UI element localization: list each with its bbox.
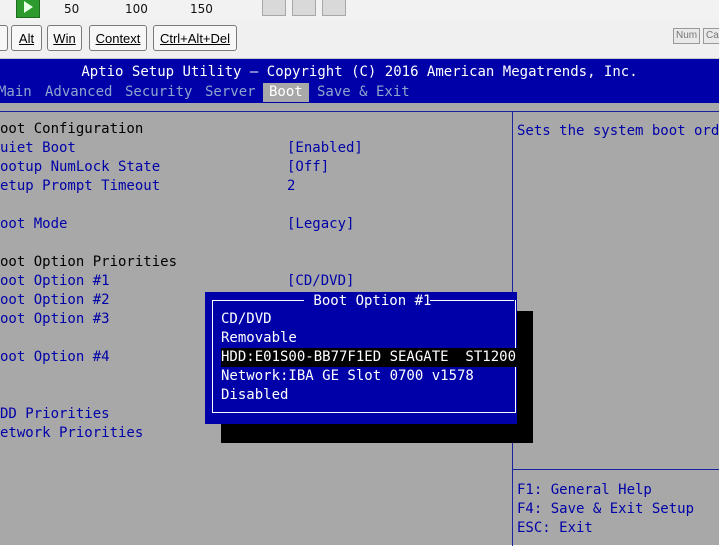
hdd-priorities-link[interactable]: DD Priorities xyxy=(0,405,110,424)
key-button-partial[interactable] xyxy=(0,25,8,51)
help-divider xyxy=(513,469,719,470)
boot-option-priorities-heading: oot Option Priorities xyxy=(0,254,178,270)
popup-option-hdd[interactable]: HDD:E01S00-BB77F1ED SEAGATE ST1200 xyxy=(221,348,519,367)
console-ruler: 50 100 150 xyxy=(0,0,719,20)
help-description: Sets the system boot order xyxy=(517,123,719,139)
boot-mode-value[interactable]: [Legacy] xyxy=(287,215,354,234)
bios-screen: Aptio Setup Utility – Copyright (C) 2016… xyxy=(0,59,719,546)
ruler-tick: 100 xyxy=(125,2,148,16)
popup-option-network[interactable]: Network:IBA GE Slot 0700 v1578 xyxy=(221,367,474,386)
boot-option-1-value[interactable]: [CD/DVD] xyxy=(287,272,354,291)
trash-icon[interactable] xyxy=(322,0,346,16)
ruler-tick: 50 xyxy=(64,2,80,16)
prompt-timeout-value[interactable]: 2 xyxy=(287,177,295,196)
play-icon[interactable] xyxy=(16,0,40,18)
tab-save-exit[interactable]: Save & Exit xyxy=(317,83,410,102)
key-help-esc: ESC: Exit xyxy=(517,520,593,536)
virtual-keys-bar: Alt Win Context Ctrl+Alt+Del Num Ca xyxy=(0,20,719,59)
numlock-state-value[interactable]: [Off] xyxy=(287,158,329,177)
capslock-indicator: Ca xyxy=(703,28,719,44)
boot-mode-label[interactable]: oot Mode xyxy=(0,215,67,234)
save-icon[interactable] xyxy=(262,0,286,16)
boot-configuration-heading: oot Configuration xyxy=(0,121,144,137)
key-help-f1: F1: General Help xyxy=(517,482,652,498)
bios-header: Aptio Setup Utility – Copyright (C) 2016… xyxy=(0,59,719,103)
popup-option-removable[interactable]: Removable xyxy=(221,329,297,348)
bios-title: Aptio Setup Utility – Copyright (C) 2016… xyxy=(81,64,638,80)
prompt-timeout-label[interactable]: etup Prompt Timeout xyxy=(0,177,160,196)
ctrl-alt-del-button[interactable]: Ctrl+Alt+Del xyxy=(153,25,237,51)
boot-option-1-label[interactable]: oot Option #1 xyxy=(0,272,110,291)
quiet-boot-label[interactable]: uiet Boot xyxy=(0,139,76,158)
popup-option-disabled[interactable]: Disabled xyxy=(221,386,288,405)
tab-advanced[interactable]: Advanced xyxy=(45,83,112,102)
numlock-state-label[interactable]: ootup NumLock State xyxy=(0,158,160,177)
quiet-boot-value[interactable]: [Enabled] xyxy=(287,139,363,158)
network-priorities-link[interactable]: etwork Priorities xyxy=(0,424,143,443)
boot-option-4-label[interactable]: oot Option #4 xyxy=(0,348,110,367)
boot-option-popup: Boot Option #1 CD/DVD Removable HDD:E01S… xyxy=(205,292,519,424)
copy-icon[interactable] xyxy=(292,0,316,16)
ruler-tick: 150 xyxy=(190,2,213,16)
tab-security[interactable]: Security xyxy=(125,83,192,102)
numlock-indicator: Num xyxy=(673,28,701,44)
alt-key-button[interactable]: Alt xyxy=(11,25,42,51)
tab-main[interactable]: Main xyxy=(0,83,32,102)
win-key-button[interactable]: Win xyxy=(47,25,82,51)
tab-boot[interactable]: Boot xyxy=(263,83,309,102)
tab-server[interactable]: Server xyxy=(205,83,256,102)
boot-option-3-label[interactable]: oot Option #3 xyxy=(0,310,110,329)
popup-title: Boot Option #1 xyxy=(305,293,440,309)
popup-option-cd-dvd[interactable]: CD/DVD xyxy=(221,310,272,329)
context-key-button[interactable]: Context xyxy=(89,25,147,51)
popup-frame-line xyxy=(212,300,304,301)
key-help-f4: F4: Save & Exit Setup xyxy=(517,501,695,517)
bios-tabs: Main Advanced Security Server Boot Save … xyxy=(0,83,410,102)
boot-option-2-label[interactable]: oot Option #2 xyxy=(0,291,110,310)
popup-frame-line xyxy=(430,300,514,301)
